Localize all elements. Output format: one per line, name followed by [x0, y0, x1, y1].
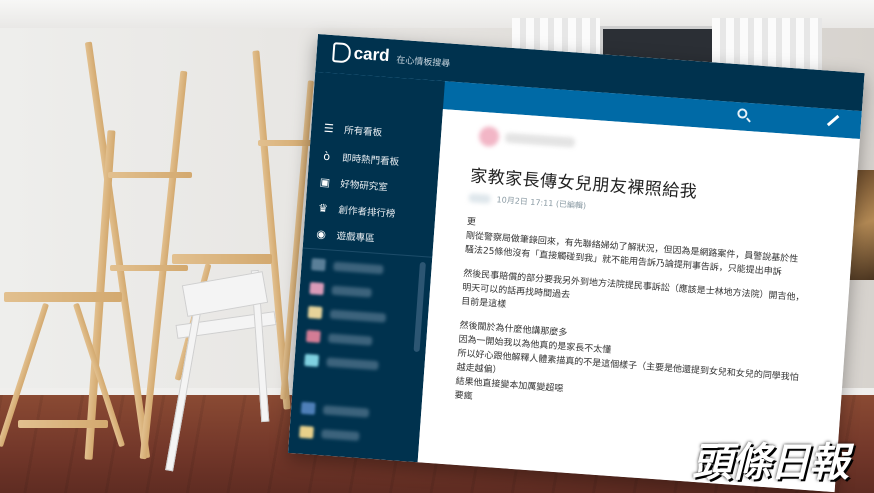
search-placeholder[interactable]: 在心情板搜尋 — [396, 53, 451, 70]
blurred-board-icon — [307, 306, 323, 319]
board-list-icon: ☰ — [323, 121, 335, 135]
board-name-blurred — [468, 193, 491, 204]
sidebar-scrollbar[interactable] — [413, 261, 426, 353]
logo-text: card — [353, 43, 391, 66]
blurred-board-item[interactable] — [307, 306, 387, 324]
sidebar-item-label: 所有看板 — [343, 125, 383, 139]
blurred-board-name — [326, 356, 379, 370]
blurred-board-icon — [309, 282, 325, 296]
sidebar-item-creator-ranking[interactable]: ♛ 創作者排行榜 — [317, 200, 396, 220]
pen-icon[interactable] — [826, 114, 840, 127]
blurred-board-icon — [311, 258, 326, 272]
blurred-board-icon — [300, 401, 316, 415]
dcard-d-icon — [332, 42, 352, 64]
post-body: 更 剛從警察局做筆錄回來，有先聯絡婦幼了解狀況，但因為是網路案件，員警說基於性 … — [454, 215, 846, 430]
blurred-board-icon — [304, 353, 320, 367]
small-table-top — [172, 254, 272, 264]
easel-bar — [258, 140, 312, 146]
post-meta: 10月2日 17:11 (已編輯) — [496, 195, 587, 211]
sidebar-divider — [302, 247, 433, 258]
blurred-board-icon — [299, 425, 314, 439]
blurred-board-item[interactable] — [305, 329, 373, 347]
blurred-board-item[interactable] — [309, 282, 372, 298]
author-name-blurred — [504, 132, 576, 148]
blurred-board-name — [333, 261, 384, 274]
author-avatar-blurred — [478, 125, 500, 148]
blurred-board-name — [331, 285, 372, 297]
blurred-board-name — [328, 333, 373, 346]
easel-bar — [110, 265, 188, 271]
sidebar-item-label: 好物研究室 — [339, 178, 389, 194]
sidebar-item-label: 遊戲專區 — [336, 230, 375, 245]
blurred-board-item[interactable] — [299, 425, 360, 442]
table-shelf — [18, 420, 108, 428]
blurred-board-item[interactable] — [304, 353, 379, 371]
hot-icon: ò — [322, 149, 331, 163]
blurred-board-name — [321, 428, 360, 441]
headline-daily-watermark: 頭條日報 — [692, 440, 849, 486]
sidebar-item-hot-boards[interactable]: ò 即時熱門看板 — [321, 149, 400, 169]
sidebar-item-all-boards[interactable]: ☰ 所有看板 — [323, 121, 383, 139]
sidebar-item-label: 即時熱門看板 — [341, 153, 400, 169]
blurred-board-name — [329, 309, 387, 323]
small-table-top — [4, 292, 122, 302]
blurred-board-icon — [305, 329, 321, 343]
dcard-logo[interactable]: card — [332, 42, 390, 66]
sidebar-item-game-zone[interactable]: ◉ 遊戲專區 — [315, 226, 375, 245]
shop-icon: ▣ — [319, 175, 331, 189]
trophy-icon: ♛ — [317, 200, 329, 215]
blurred-board-name — [322, 404, 370, 418]
dcard-screenshot: card 在心情板搜尋 ☰ 所有看板 ò 即時熱門看板 ▣ 好物研究室 ♛ 創作… — [287, 34, 865, 493]
search-icon[interactable] — [737, 108, 748, 119]
easel-bar — [108, 172, 192, 178]
blurred-board-item[interactable] — [311, 258, 384, 275]
sidebar-item-label: 創作者排行榜 — [338, 204, 396, 220]
blurred-board-item[interactable] — [300, 401, 370, 419]
sidebar-item-goods-lab[interactable]: ▣ 好物研究室 — [319, 174, 388, 193]
game-controller-icon: ◉ — [315, 226, 327, 241]
